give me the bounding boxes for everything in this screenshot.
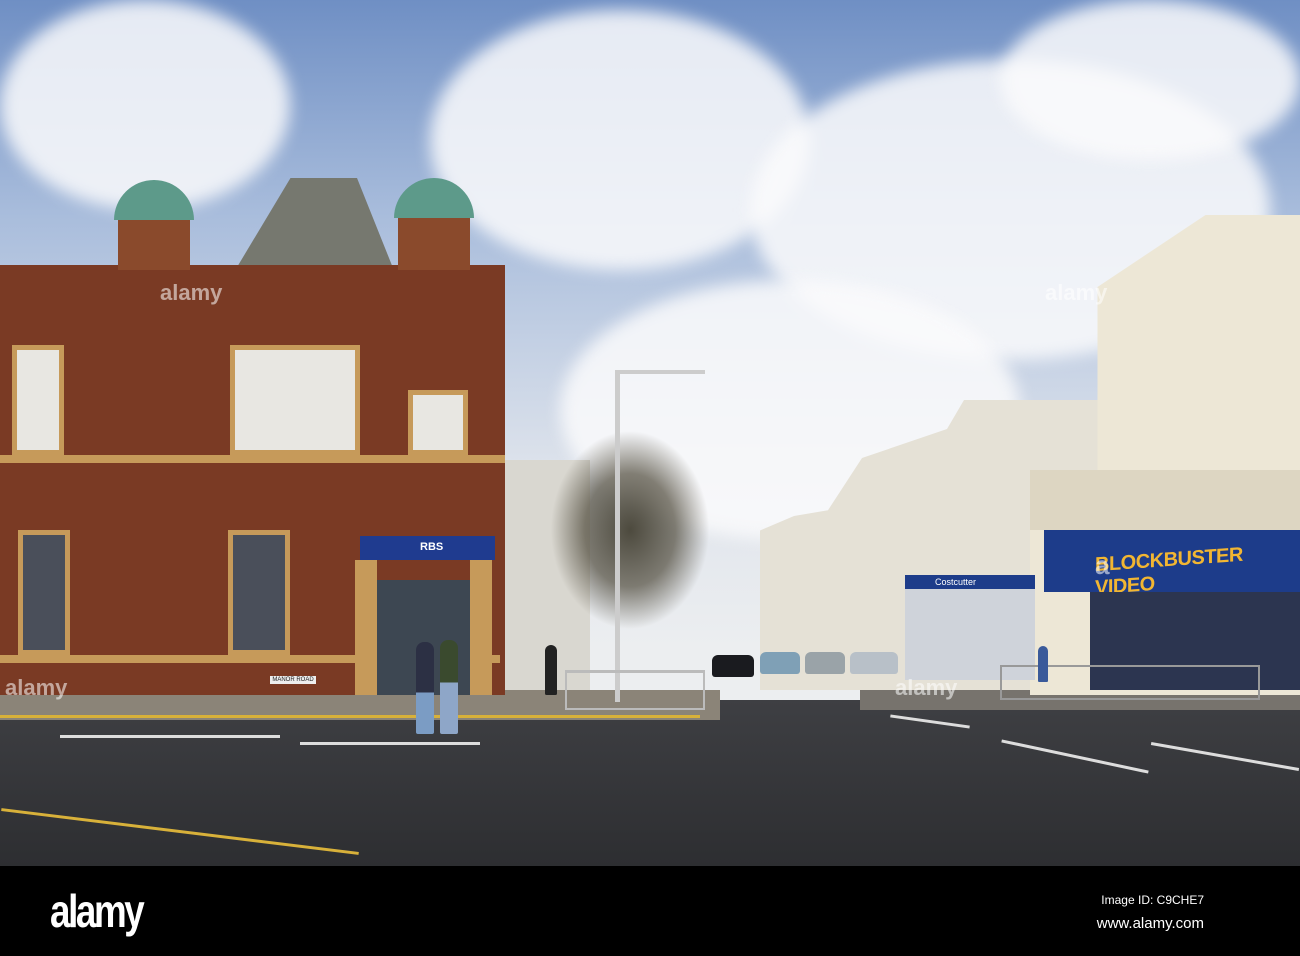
watermark-mark: a (1095, 550, 1110, 580)
alamy-logo: alamy (50, 885, 145, 937)
tree (550, 430, 710, 630)
pedestrian (1038, 646, 1048, 682)
window (18, 530, 70, 655)
rbs-sign: RBS (360, 536, 495, 560)
stone-band (0, 455, 505, 463)
bank-roof (233, 178, 395, 273)
car (850, 652, 898, 674)
window (230, 345, 360, 455)
window (408, 390, 468, 455)
tower (118, 220, 190, 270)
watermark-logo: alamy (1045, 280, 1108, 305)
road-marking (300, 742, 480, 745)
car (712, 655, 754, 677)
tower (398, 215, 470, 270)
road-marking (60, 735, 280, 738)
stone-column (470, 560, 492, 695)
watermark-logo: alamy (5, 675, 68, 700)
watermark-logo: alamy (160, 280, 223, 305)
balustrade (1030, 470, 1300, 530)
street-photo: RBS MANOR ROAD Costcutter BLOCKBUSTER VI… (0, 0, 1300, 866)
image-id: Image ID: C9CHE7 (1101, 893, 1204, 907)
alamy-url[interactable]: www.alamy.com (1097, 915, 1204, 932)
costcutter-sign: Costcutter (935, 577, 977, 587)
street-lamp-arm (615, 370, 705, 374)
window (12, 345, 64, 455)
cloud (0, 0, 290, 210)
window (228, 530, 290, 655)
car (760, 652, 800, 674)
street-sign: MANOR ROAD (270, 676, 316, 684)
pedestrian (545, 645, 557, 695)
car (805, 652, 845, 674)
street-lamp (615, 372, 620, 702)
pedestrian (416, 642, 434, 734)
cloud (1000, 0, 1300, 160)
yellow-line (0, 715, 700, 718)
stone-column (355, 560, 377, 695)
road (0, 700, 1300, 866)
pedestrian (440, 640, 458, 734)
railing (565, 670, 705, 710)
watermark-logo: alamy (895, 675, 958, 700)
